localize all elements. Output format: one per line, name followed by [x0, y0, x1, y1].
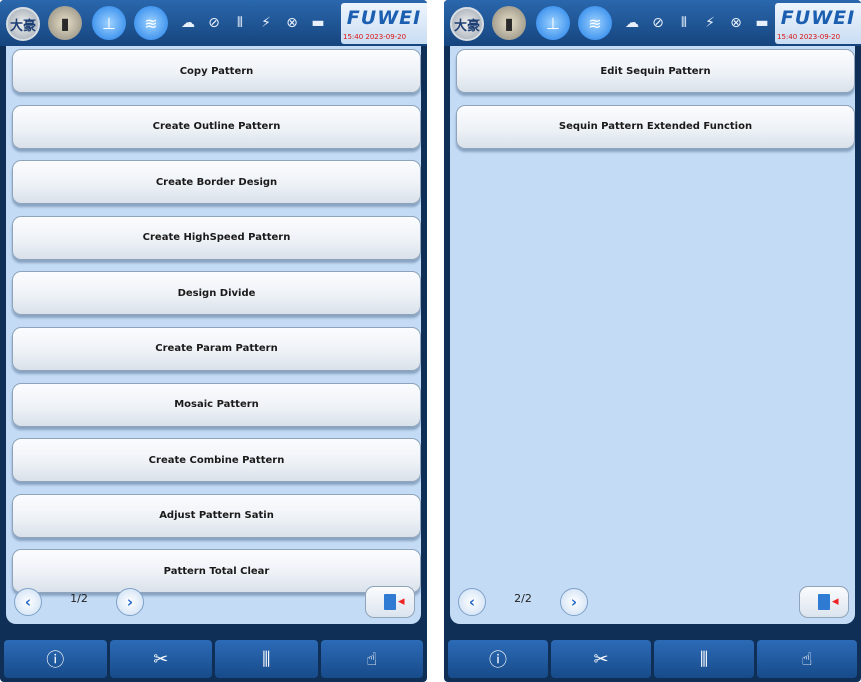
menu-list: Copy Pattern Create Outline Pattern Crea…	[12, 49, 421, 605]
storage-icon: ▬	[311, 15, 325, 31]
power-icon: ⚡	[705, 15, 715, 31]
info-tab[interactable]: ⓘ	[448, 640, 548, 678]
cloud-icon: ☁	[625, 15, 639, 31]
copy-pattern-button[interactable]: Copy Pattern	[12, 49, 421, 93]
create-highspeed-pattern-button[interactable]: Create HighSpeed Pattern	[12, 215, 421, 260]
scissors-tab[interactable]: ✂	[551, 640, 651, 678]
create-param-pattern-button[interactable]: Create Param Pattern	[12, 326, 421, 371]
wifi-icon[interactable]: ≋	[134, 6, 168, 40]
design-divide-button[interactable]: Design Divide	[12, 271, 421, 316]
disconnect-icon: ⊗	[286, 15, 298, 31]
info-icon: ⓘ	[46, 650, 65, 671]
create-combine-pattern-button[interactable]: Create Combine Pattern	[12, 438, 421, 483]
datetime: 15:40 2023-09-20	[777, 33, 841, 41]
pager: ‹ 2/2 › ◂	[456, 586, 849, 618]
needles-icon: ⫼	[262, 648, 271, 670]
prev-page-button[interactable]: ‹	[14, 588, 42, 616]
dahao-logo-icon: 大豪	[450, 7, 484, 41]
wifi-icon[interactable]: ≋	[578, 6, 612, 40]
adjust-pattern-satin-button[interactable]: Adjust Pattern Satin	[12, 493, 421, 538]
sequin-pattern-extended-function-button[interactable]: Sequin Pattern Extended Function	[456, 104, 855, 149]
menu-list: Edit Sequin Pattern Sequin Pattern Exten…	[456, 49, 855, 160]
exit-button[interactable]: ◂	[365, 586, 415, 618]
exit-icon: ◂	[818, 594, 839, 610]
screen-page-1: 大豪 ▮ ⊥ ≋ ☁ ⊘ ⫴ ⚡ ⊗ ▬ FUWEI 15:40 2023-09…	[0, 0, 427, 682]
prev-page-button[interactable]: ‹	[458, 588, 486, 616]
thread-break-icon: ⊘	[652, 15, 664, 31]
top-status-bar: 大豪 ▮ ⊥ ≋ ☁ ⊘ ⫴ ⚡ ⊗ ▬ FUWEI 15:40 2023-09…	[0, 0, 427, 46]
bottom-tab-bar: ⓘ ✂ ⫼ ☝	[0, 630, 427, 682]
create-border-design-button[interactable]: Create Border Design	[12, 160, 421, 205]
status-icons: ☁ ⊘ ⫴ ⚡ ⊗ ▬	[178, 13, 328, 33]
hand-icon: ☝	[366, 648, 378, 670]
needle-bar-icon: ⫴	[681, 15, 687, 31]
flashlight-icon[interactable]: ▮	[492, 6, 526, 40]
manual-tab[interactable]: ☝	[320, 640, 423, 678]
brand-logo: FUWEI	[346, 7, 422, 29]
needles-icon: ⫼	[699, 648, 709, 670]
brand-logo: FUWEI	[780, 7, 856, 29]
status-icons: ☁ ⊘ ⫴ ⚡ ⊗ ▬	[622, 13, 772, 33]
edit-sequin-pattern-button[interactable]: Edit Sequin Pattern	[456, 49, 855, 93]
power-icon: ⚡	[261, 15, 271, 31]
dahao-logo-icon: 大豪	[6, 7, 40, 41]
top-status-bar: 大豪 ▮ ⊥ ≋ ☁ ⊘ ⫴ ⚡ ⊗ ▬ FUWEI 15:40 2023-09…	[444, 0, 861, 46]
mosaic-pattern-button[interactable]: Mosaic Pattern	[12, 382, 421, 427]
menu-panel: Copy Pattern Create Outline Pattern Crea…	[6, 46, 421, 624]
info-icon: ⓘ	[489, 650, 507, 671]
exit-button[interactable]: ◂	[799, 586, 849, 618]
brand-box: FUWEI 15:40 2023-09-20	[775, 3, 861, 44]
pager: ‹ 1/2 › ◂	[12, 586, 415, 618]
create-outline-pattern-button[interactable]: Create Outline Pattern	[12, 104, 421, 149]
screen-page-2: 大豪 ▮ ⊥ ≋ ☁ ⊘ ⫴ ⚡ ⊗ ▬ FUWEI 15:40 2023-09…	[444, 0, 861, 682]
bottom-tab-bar: ⓘ ✂ ⫼ ☝	[444, 630, 861, 682]
hand-icon: ☝	[801, 648, 813, 670]
needles-tab[interactable]: ⫼	[654, 640, 754, 678]
page-indicator: 2/2	[514, 592, 532, 605]
needle-icon[interactable]: ⊥	[536, 6, 570, 40]
scissors-icon: ✂	[593, 648, 609, 670]
needles-tab[interactable]: ⫼	[215, 640, 318, 678]
scissors-icon: ✂	[153, 648, 169, 670]
menu-panel: Edit Sequin Pattern Sequin Pattern Exten…	[450, 46, 855, 624]
datetime: 15:40 2023-09-20	[343, 33, 407, 41]
next-page-button[interactable]: ›	[116, 588, 144, 616]
brand-box: FUWEI 15:40 2023-09-20	[341, 3, 427, 44]
page-indicator: 1/2	[70, 592, 88, 605]
needle-icon[interactable]: ⊥	[92, 6, 126, 40]
storage-icon: ▬	[755, 15, 769, 31]
info-tab[interactable]: ⓘ	[4, 640, 107, 678]
needle-bar-icon: ⫴	[237, 15, 243, 31]
thread-break-icon: ⊘	[208, 15, 220, 31]
next-page-button[interactable]: ›	[560, 588, 588, 616]
scissors-tab[interactable]: ✂	[109, 640, 212, 678]
exit-icon: ◂	[384, 594, 405, 610]
disconnect-icon: ⊗	[730, 15, 742, 31]
manual-tab[interactable]: ☝	[757, 640, 857, 678]
flashlight-icon[interactable]: ▮	[48, 6, 82, 40]
cloud-icon: ☁	[181, 15, 195, 31]
